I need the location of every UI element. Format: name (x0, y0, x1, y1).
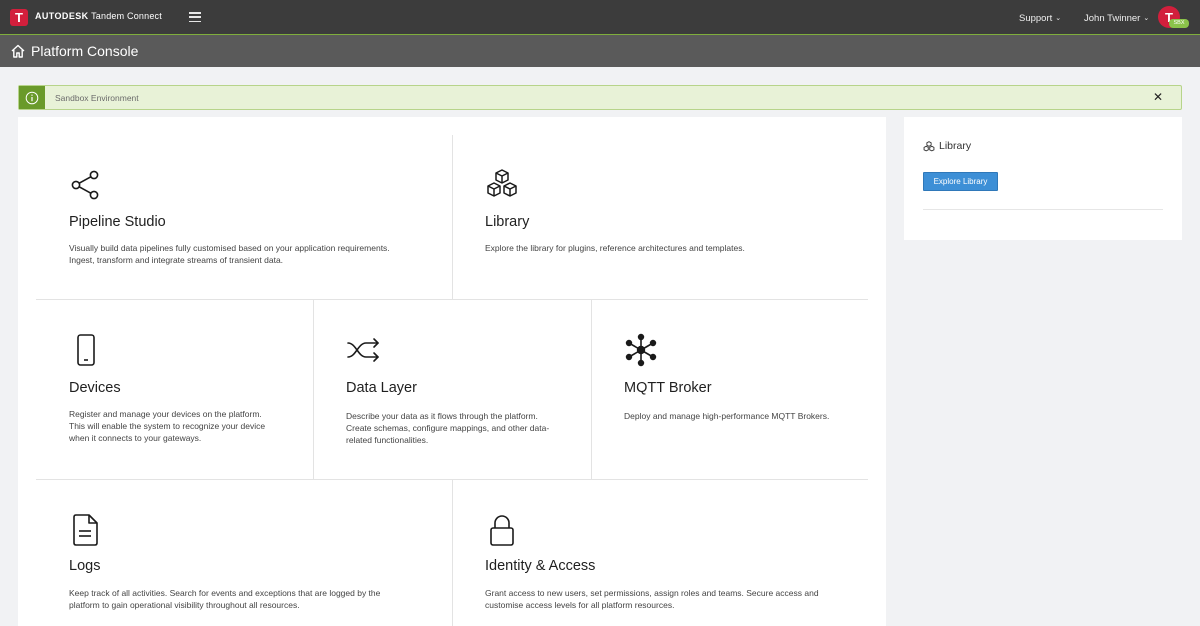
description-line: This will enable the system to recognize… (69, 421, 266, 431)
mobile-device-icon (77, 334, 95, 366)
tile-title: Identity & Access (485, 558, 596, 574)
tile-identity-access[interactable]: Identity & Access Grant access to new us… (453, 480, 868, 626)
tile-description: Describe your data as it flows through t… (346, 410, 586, 446)
description-line: Deploy and manage high-performance MQTT … (624, 411, 830, 421)
description-line: platform to gain operational visibility … (69, 600, 300, 610)
tile-description: Explore the library for plugins, referen… (485, 242, 855, 254)
description-line: Register and manage your devices on the … (69, 409, 262, 419)
close-icon[interactable]: ✕ (1153, 90, 1163, 104)
tile-data-layer[interactable]: Data Layer Describe your data as it flow… (314, 300, 591, 479)
cubes-icon (487, 169, 517, 197)
banner-text: Sandbox Environment (55, 93, 139, 103)
tile-description: Keep track of all activities. Search for… (69, 587, 449, 611)
brand-product: Tandem Connect (91, 11, 162, 21)
tile-title: Library (485, 214, 530, 230)
network-hub-icon (625, 333, 657, 367)
description-line: Grant access to new users, set permissio… (485, 588, 819, 598)
library-side-panel: Library Explore Library (904, 117, 1182, 240)
tandem-logo-icon[interactable]: T (10, 9, 28, 26)
description-line: when it connects to your gateways. (69, 433, 202, 443)
top-nav-bar: T AUTODESK Tandem Connect Support ⌄ John … (0, 0, 1200, 34)
tile-title: MQTT Broker (624, 380, 712, 396)
title-bar: Platform Console (0, 34, 1200, 67)
console-tiles-card: Pipeline Studio Visually build data pipe… (18, 117, 886, 626)
tile-description: Grant access to new users, set permissio… (485, 587, 865, 611)
tile-description: Deploy and manage high-performance MQTT … (624, 410, 864, 422)
chevron-down-icon: ⌄ (1143, 15, 1150, 22)
description-line: Ingest, transform and integrate streams … (69, 255, 284, 265)
description-line: Describe your data as it flows through t… (346, 411, 538, 421)
tile-title: Logs (69, 558, 101, 574)
cubes-icon (923, 141, 935, 152)
lock-icon (490, 515, 514, 546)
sandbox-banner: Sandbox Environment ✕ (18, 85, 1182, 110)
divider (923, 209, 1163, 210)
description-line: Create schemas, configure mappings, and … (346, 423, 550, 433)
chevron-down-icon: ⌄ (1055, 15, 1062, 22)
shuffle-icon (347, 338, 379, 362)
tile-pipeline-studio[interactable]: Pipeline Studio Visually build data pipe… (36, 135, 452, 299)
side-panel-title: Library (939, 140, 972, 152)
tile-logs[interactable]: Logs Keep track of all activities. Searc… (36, 480, 452, 626)
home-icon[interactable] (10, 43, 26, 59)
description-line: customise access levels for all platform… (485, 600, 675, 610)
user-menu[interactable]: John Twinner ⌄ (1084, 13, 1149, 24)
description-line: Visually build data pipelines fully cust… (69, 243, 390, 253)
description-line: Keep track of all activities. Search for… (69, 588, 381, 598)
page-title: Platform Console (31, 43, 139, 59)
support-label: Support (1019, 13, 1053, 24)
environment-badge: SBX (1169, 19, 1189, 28)
tile-title: Devices (69, 380, 121, 396)
hamburger-menu-icon[interactable] (189, 12, 201, 22)
tile-description: Visually build data pipelines fully cust… (69, 242, 439, 266)
tile-devices[interactable]: Devices Register and manage your devices… (36, 300, 313, 479)
brand-autodesk: AUTODESK (35, 11, 89, 21)
description-line: related functionalities. (346, 435, 429, 445)
share-nodes-icon (71, 170, 99, 200)
tile-title: Data Layer (346, 380, 417, 396)
document-icon (73, 514, 98, 546)
tile-mqtt-broker[interactable]: MQTT Broker Deploy and manage high-perfo… (592, 300, 868, 479)
tile-title: Pipeline Studio (69, 214, 166, 230)
tile-description: Register and manage your devices on the … (69, 408, 309, 444)
tile-library[interactable]: Library Explore the library for plugins,… (453, 135, 868, 299)
explore-library-button[interactable]: Explore Library (923, 172, 998, 191)
user-name: John Twinner (1084, 13, 1141, 24)
info-icon (19, 86, 45, 109)
support-menu[interactable]: Support ⌄ (1019, 13, 1061, 24)
description-line: Explore the library for plugins, referen… (485, 243, 745, 253)
brand-name[interactable]: AUTODESK Tandem Connect (35, 11, 162, 21)
